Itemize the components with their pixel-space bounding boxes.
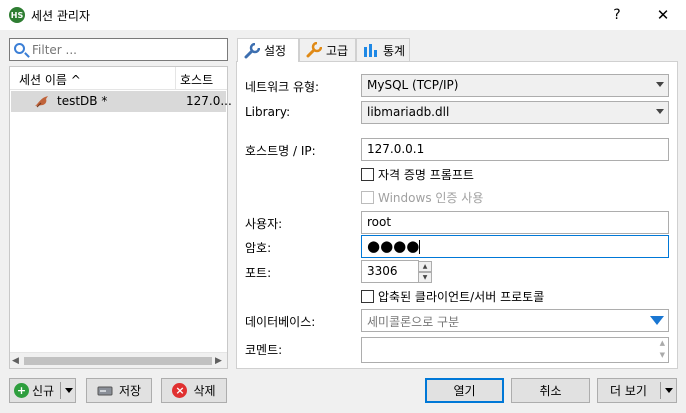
port-increment-button[interactable]: ▲: [418, 261, 432, 272]
database-label: 데이터베이스:: [245, 315, 316, 329]
tab-label: 통계: [383, 43, 406, 58]
windows-auth-label: Windows 인증 사용: [378, 191, 484, 205]
comment-label: 코멘트:: [245, 343, 283, 357]
new-label: 신규: [32, 384, 55, 398]
wrench-icon: [244, 42, 260, 58]
delete-icon: ×: [172, 383, 188, 398]
filter-input[interactable]: [30, 41, 220, 58]
network-type-label: 네트워크 유형:: [245, 80, 320, 94]
checkbox-box: [361, 191, 374, 204]
tab-statistics[interactable]: 통계: [356, 38, 410, 61]
scroll-right-icon[interactable]: ▶: [215, 356, 222, 366]
network-type-select[interactable]: MySQL (TCP/IP): [361, 74, 669, 97]
chevron-down-icon[interactable]: [65, 388, 73, 393]
port-decrement-button[interactable]: ▼: [418, 272, 432, 283]
session-host: 127.0...: [186, 94, 232, 108]
library-label: Library:: [245, 105, 291, 119]
split-divider: [60, 382, 61, 399]
scroll-left-icon[interactable]: ◀: [12, 356, 19, 366]
password-input[interactable]: ●●●●: [361, 235, 669, 258]
checkbox-box[interactable]: [361, 168, 374, 181]
tree-header: 세션 이름 ^ 호스트: [10, 67, 227, 90]
new-button[interactable]: + 신규: [9, 378, 76, 403]
chevron-down-icon[interactable]: [665, 388, 673, 393]
session-name: testDB *: [57, 94, 108, 108]
database-input[interactable]: 세미콜론으로 구분: [361, 309, 669, 332]
credential-prompt-checkbox[interactable]: 자격 증명 프롬프트: [361, 166, 474, 183]
host-input[interactable]: 127.0.0.1: [361, 138, 669, 161]
horizontal-scrollbar[interactable]: ◀ ▶: [10, 352, 227, 368]
compressed-protocol-checkbox[interactable]: 압축된 클라이언트/서버 프로토콜: [361, 288, 544, 305]
split-divider: [660, 382, 661, 399]
library-select[interactable]: libmariadb.dll: [361, 101, 669, 124]
port-input[interactable]: 3306: [361, 260, 419, 283]
close-button[interactable]: ✕: [640, 0, 686, 30]
plus-icon: +: [14, 383, 29, 398]
host-label: 호스트명 / IP:: [245, 144, 316, 158]
scroll-up-icon[interactable]: ▲: [660, 339, 665, 347]
password-dots: ●●●●: [367, 237, 420, 255]
chevron-down-icon: [656, 109, 664, 114]
settings-panel: 네트워크 유형: MySQL (TCP/IP) Library: libmari…: [236, 61, 678, 369]
chevron-down-icon: [656, 82, 664, 87]
column-divider[interactable]: [175, 67, 176, 90]
cancel-label: 취소: [539, 384, 562, 398]
wrench-icon: [306, 42, 322, 58]
title-bar: HS 세션 관리자 ? ✕: [0, 0, 686, 30]
search-icon: [14, 43, 25, 54]
delete-label: 삭제: [193, 384, 216, 398]
password-label: 암호:: [245, 241, 272, 255]
library-value: libmariadb.dll: [367, 105, 450, 119]
column-header-host[interactable]: 호스트: [180, 71, 213, 88]
open-button[interactable]: 열기: [425, 378, 504, 403]
session-tree[interactable]: 세션 이름 ^ 호스트 testDB * 127.0... ◀ ▶: [9, 66, 232, 369]
text-cursor: [419, 239, 421, 254]
tab-settings[interactable]: 설정: [237, 38, 299, 62]
column-header-session-name[interactable]: 세션 이름 ^: [19, 71, 81, 88]
scroll-down-icon[interactable]: ▼: [660, 351, 665, 359]
windows-auth-checkbox: Windows 인증 사용: [361, 189, 483, 206]
bar-chart-icon: [364, 44, 377, 57]
save-button[interactable]: 저장: [86, 378, 152, 403]
scrollbar-thumb[interactable]: [24, 357, 212, 365]
comment-textarea[interactable]: ▲ ▼: [361, 337, 669, 363]
more-button[interactable]: 더 보기: [597, 378, 677, 403]
filter-box[interactable]: [9, 38, 228, 61]
save-label: 저장: [118, 384, 142, 398]
user-label: 사용자:: [245, 217, 283, 231]
tab-label: 설정: [264, 44, 287, 58]
database-placeholder: 세미콜론으로 구분: [367, 315, 460, 329]
window-title: 세션 관리자: [31, 9, 91, 23]
network-type-value: MySQL (TCP/IP): [367, 78, 459, 92]
delete-button[interactable]: × 삭제: [161, 378, 227, 403]
port-label: 포트:: [245, 266, 272, 280]
help-button[interactable]: ?: [594, 0, 640, 30]
drive-icon: [97, 386, 113, 395]
user-input[interactable]: root: [361, 211, 669, 234]
session-row[interactable]: testDB * 127.0...: [11, 91, 232, 112]
tab-label: 고급: [326, 43, 349, 58]
checkbox-box[interactable]: [361, 290, 374, 303]
credential-prompt-label: 자격 증명 프롬프트: [378, 168, 474, 182]
app-icon: HS: [9, 7, 25, 23]
cancel-button[interactable]: 취소: [511, 378, 590, 403]
compressed-protocol-label: 압축된 클라이언트/서버 프로토콜: [378, 290, 545, 304]
tab-advanced[interactable]: 고급: [299, 38, 356, 61]
dolphin-icon: [35, 96, 48, 108]
open-label: 열기: [453, 384, 476, 398]
dropdown-arrow-icon[interactable]: [650, 316, 664, 325]
more-label: 더 보기: [610, 384, 647, 398]
